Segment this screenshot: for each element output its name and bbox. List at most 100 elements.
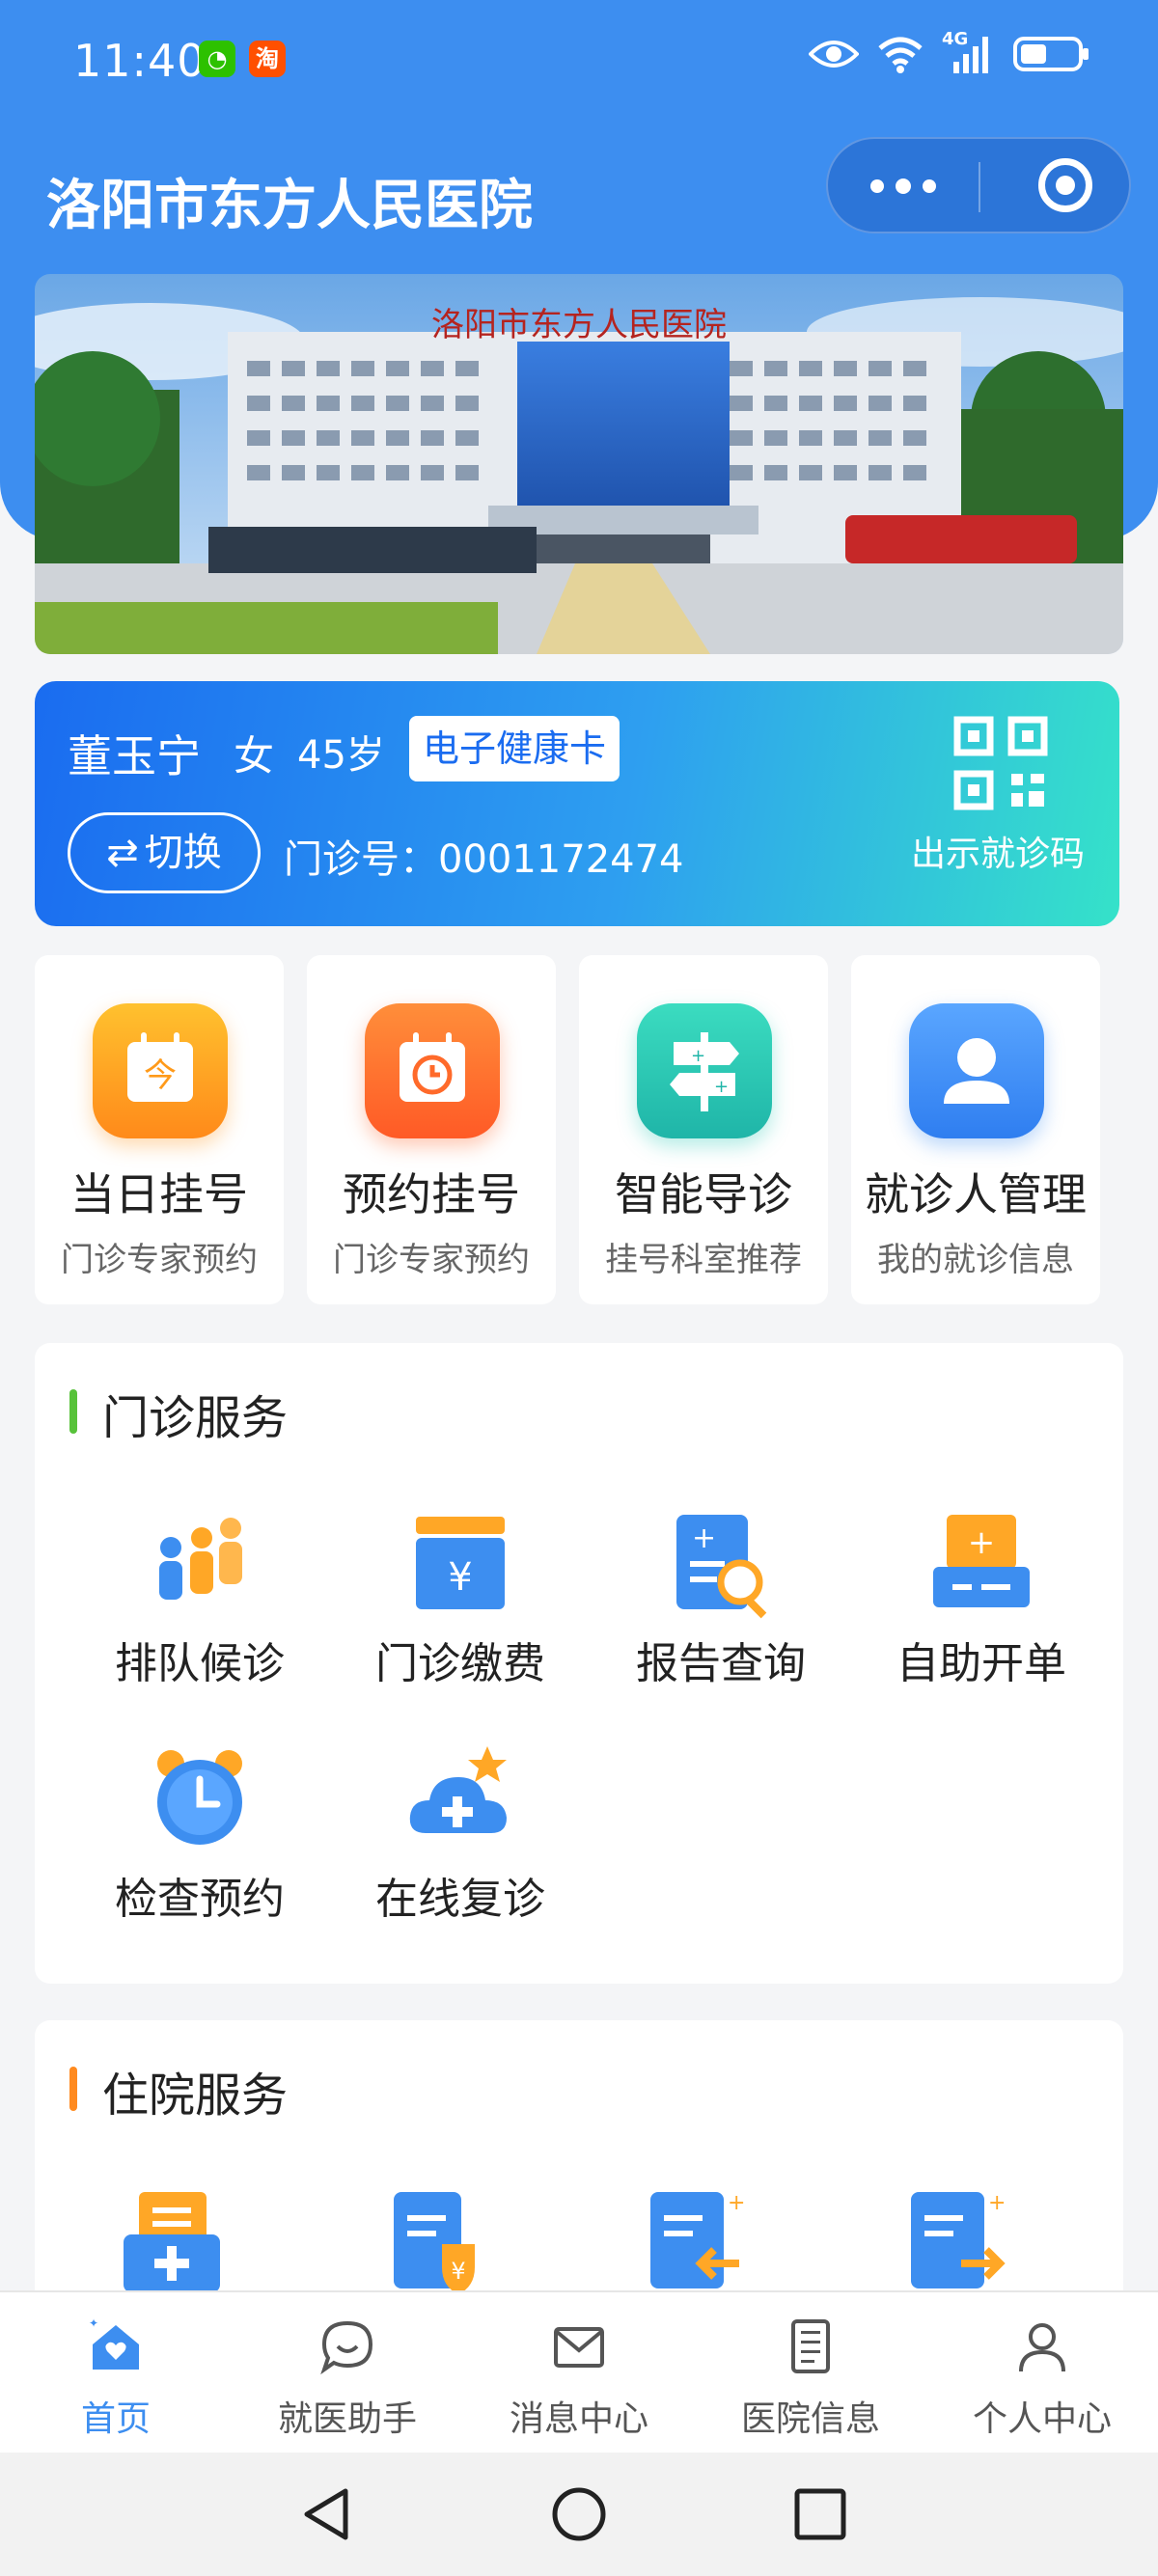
- switch-label: 切换: [144, 831, 222, 875]
- patient-name: 董玉宁: [68, 730, 201, 782]
- service-label: 在线复诊: [375, 1875, 545, 1924]
- page-title: 洛阳市东方人民医院: [46, 175, 533, 237]
- battery-icon: [1013, 37, 1089, 71]
- patient-age: 45岁: [297, 733, 385, 778]
- discharge-icon[interactable]: +: [635, 2186, 751, 2302]
- service-label: 报告查询: [636, 1639, 806, 1688]
- tab-profile[interactable]: 个人中心: [926, 2292, 1158, 2454]
- cloud-plus-icon: [409, 1746, 507, 1833]
- queue-people-icon: [159, 1518, 242, 1600]
- quick-action-subtitle: 挂号科室推荐: [605, 1241, 802, 1279]
- patient-gender: 女: [234, 732, 275, 780]
- section-title: 门诊服务: [102, 1391, 289, 1445]
- person-icon: [1019, 2323, 1065, 2372]
- tab-home[interactable]: ✦ 首页: [0, 2292, 232, 2454]
- svg-text:+: +: [728, 2191, 745, 2215]
- bottom-tab-bar: ✦ 首页 就医助手 消息中心 医院信息 个人中心: [0, 2290, 1158, 2454]
- quick-action-title: 智能导诊: [615, 1168, 792, 1220]
- alarm-clock-icon: [157, 1750, 242, 1845]
- mail-icon: [554, 2327, 604, 2368]
- quick-action-patient-manage[interactable]: 就诊人管理 我的就诊信息: [851, 955, 1100, 1304]
- svg-text:今: 今: [144, 1056, 177, 1095]
- quick-action-subtitle: 我的就诊信息: [877, 1241, 1074, 1279]
- admission-icon[interactable]: [114, 2186, 230, 2302]
- service-report[interactable]: + 报告查询: [600, 1505, 841, 1708]
- section-accent-bar: [69, 2067, 77, 2111]
- tab-messages[interactable]: 消息中心: [463, 2292, 695, 2454]
- tab-label: 首页: [80, 2399, 151, 2439]
- home-heart-icon: ✦: [89, 2317, 139, 2370]
- status-icons: 4G: [809, 29, 1090, 75]
- close-miniapp-button[interactable]: [1038, 158, 1092, 212]
- system-navigation-bar: [0, 2453, 1158, 2576]
- quick-action-title: 就诊人管理: [865, 1168, 1087, 1220]
- quick-action-smart-guide[interactable]: + + 智能导诊 挂号科室推荐: [579, 955, 828, 1304]
- service-self-order[interactable]: + 自助开单: [861, 1505, 1102, 1708]
- quick-action-subtitle: 门诊专家预约: [333, 1241, 530, 1279]
- service-label: 门诊缴费: [375, 1639, 545, 1688]
- report-search-icon: +: [676, 1515, 767, 1619]
- document-icon: [791, 2319, 830, 2373]
- user-icon: [909, 1003, 1044, 1138]
- banner-sign-text: 洛阳市东方人民医院: [431, 306, 727, 344]
- svg-text:✦: ✦: [89, 2317, 98, 2330]
- quick-action-same-day[interactable]: 今 当日挂号 门诊专家预约: [35, 955, 284, 1304]
- tab-label: 消息中心: [509, 2399, 648, 2439]
- service-label: 自助开单: [896, 1639, 1066, 1688]
- switch-patient-button[interactable]: ⇄ 切换: [68, 812, 261, 893]
- calendar-clock-icon: [365, 1003, 500, 1138]
- deposit-icon[interactable]: ¥: [374, 2186, 490, 2302]
- self-order-icon: +: [933, 1515, 1030, 1607]
- outpatient-number: 门诊号：0001172474: [284, 837, 684, 882]
- service-queue[interactable]: 排队候诊: [79, 1505, 320, 1708]
- service-label: 检查预约: [115, 1875, 285, 1924]
- service-label: 排队候诊: [115, 1639, 285, 1688]
- quick-action-appointment[interactable]: 预约挂号 门诊专家预约: [307, 955, 556, 1304]
- service-online-revisit[interactable]: 在线复诊: [340, 1740, 581, 1943]
- more-menu-button[interactable]: [870, 168, 936, 194]
- health-card-badge[interactable]: 电子健康卡: [409, 716, 620, 781]
- quick-action-title: 当日挂号: [70, 1168, 248, 1220]
- tab-label: 个人中心: [972, 2399, 1112, 2439]
- status-time: 11:40: [73, 35, 207, 87]
- svg-text:+: +: [968, 1523, 996, 1562]
- capsule-divider: [979, 162, 980, 212]
- svg-text:+: +: [714, 1077, 729, 1097]
- transfer-icon[interactable]: +: [896, 2186, 1011, 2302]
- status-bar: 11:40 ◔ 淘 4G: [0, 0, 1158, 116]
- svg-text:¥: ¥: [451, 2258, 465, 2285]
- taobao-icon: 淘: [249, 41, 286, 77]
- signpost-icon: + +: [637, 1003, 772, 1138]
- section-title: 住院服务: [102, 2069, 289, 2123]
- wifi-icon: [878, 37, 923, 73]
- tab-hospital-info[interactable]: 医院信息: [695, 2292, 926, 2454]
- quick-action-title: 预约挂号: [343, 1168, 520, 1220]
- show-code-label[interactable]: 出示就诊码: [911, 826, 1085, 876]
- chat-smile-icon: [320, 2320, 373, 2375]
- service-exam-booking[interactable]: 检查预约: [79, 1740, 320, 1943]
- wechat-icon: ◔: [199, 41, 235, 77]
- hospital-building-image: 洛阳市东方人民医院: [35, 274, 1123, 654]
- outpatient-services-section: 门诊服务 排队候诊 ¥ 门诊缴费 + 报告查询 + 自助开单 检查预约 在线复诊: [35, 1343, 1123, 1984]
- signal-icon: 4G: [942, 29, 996, 75]
- svg-text:¥: ¥: [448, 1555, 472, 1600]
- back-icon[interactable]: [299, 2485, 357, 2543]
- section-accent-bar: [69, 1389, 77, 1434]
- recent-apps-icon[interactable]: [793, 2487, 847, 2541]
- miniapp-capsule: [826, 137, 1131, 233]
- eye-icon: [809, 41, 859, 68]
- svg-text:+: +: [691, 1046, 705, 1066]
- calendar-today-icon: 今: [93, 1003, 228, 1138]
- quick-action-subtitle: 门诊专家预约: [61, 1241, 258, 1279]
- qr-code-icon[interactable]: [953, 716, 1048, 810]
- tab-label: 医院信息: [740, 2399, 880, 2439]
- service-payment[interactable]: ¥ 门诊缴费: [340, 1505, 581, 1708]
- tab-assistant[interactable]: 就医助手: [232, 2292, 463, 2454]
- patient-card[interactable]: 董玉宁 女 45岁 电子健康卡 ⇄ 切换 门诊号：0001172474 出示就诊码: [35, 681, 1119, 926]
- payment-yuan-icon: ¥: [416, 1517, 505, 1609]
- home-circle-icon[interactable]: [550, 2485, 608, 2543]
- svg-text:+: +: [692, 1521, 716, 1555]
- tab-label: 就医助手: [277, 2399, 417, 2439]
- swap-arrows-icon: ⇄: [106, 831, 139, 875]
- hospital-banner[interactable]: 洛阳市东方人民医院: [35, 274, 1123, 654]
